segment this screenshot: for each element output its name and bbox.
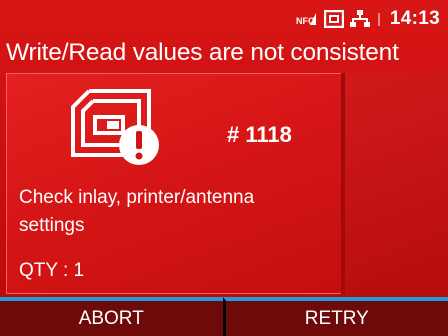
nfc-icon: NFC	[296, 11, 318, 27]
clock: 14:13	[389, 8, 440, 29]
retry-button-label: RETRY	[304, 307, 369, 329]
error-card: # 1118 Check inlay, printer/antenna sett…	[6, 73, 342, 294]
side-panel	[341, 73, 448, 294]
rfid-tag-warning-icon	[71, 89, 163, 172]
status-bar: NFC 14:13	[0, 0, 448, 38]
retry-button[interactable]: RETRY	[222, 297, 448, 336]
error-code: # 1118	[227, 122, 292, 147]
signal-icon	[376, 10, 382, 28]
status-icons: NFC 14:13	[296, 6, 440, 32]
error-message: Check inlay, printer/antenna settings	[19, 187, 255, 236]
abort-button-label: ABORT	[78, 307, 144, 329]
error-title: Write/Read values are not consistent	[6, 39, 399, 66]
storage-card-icon	[323, 10, 344, 28]
abort-button[interactable]: ABORT	[0, 297, 223, 336]
quantity-label: QTY : 1	[19, 260, 85, 281]
error-screen: NFC 14:13 Write/Read values are not cons…	[0, 0, 448, 336]
button-bar: ABORT RETRY	[0, 297, 448, 336]
network-icon	[349, 10, 370, 28]
